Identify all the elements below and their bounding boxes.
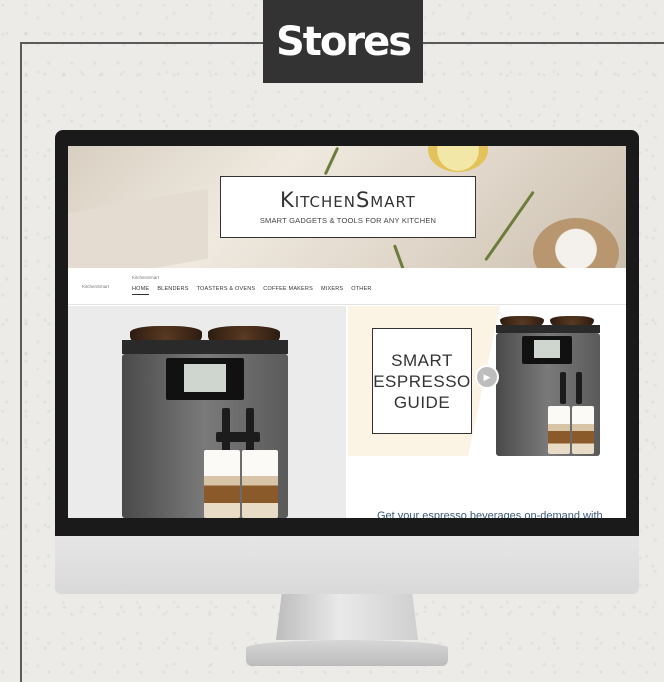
monitor-stand-foot: [246, 640, 448, 666]
nav-links: HOME BLENDERS TOASTERS & OVENS COFFEE MA…: [132, 286, 372, 295]
monitor-stand-neck: [276, 594, 418, 640]
machine-display-image: [184, 364, 226, 392]
hero-bowl-image: [533, 218, 619, 268]
monitor-chin: [55, 536, 639, 594]
nav-item-coffee-makers[interactable]: COFFEE MAKERS: [263, 286, 313, 295]
promo-tagline: Get your espresso beverages on-demand wi…: [377, 510, 603, 518]
promo-tile-espresso-guide[interactable]: SMART ESPRESSO GUIDE ▶: [348, 306, 626, 456]
espresso-guide-box: SMART ESPRESSO GUIDE: [372, 328, 472, 434]
promo-text-tile: Get your espresso beverages on-demand wi…: [348, 456, 626, 518]
nav-store-name: KitchenSmart: [132, 275, 160, 280]
machine-top-image: [122, 340, 288, 354]
store-hero-banner: KitchenSmart SMART GADGETS & TOOLS FOR A…: [68, 146, 626, 268]
hero-lemon-image: [428, 146, 488, 172]
machine-spout-image: [216, 432, 260, 442]
hero-cloth-image: [68, 188, 208, 268]
nav-item-home[interactable]: HOME: [132, 286, 150, 295]
coffee-glass-image: [572, 406, 594, 454]
guide-line-3: GUIDE: [393, 392, 451, 412]
nav-item-other[interactable]: OTHER: [351, 286, 371, 295]
nav-item-blenders[interactable]: BLENDERS: [157, 286, 188, 295]
nav-brand[interactable]: KitchenSmart: [82, 284, 109, 289]
guide-line-1: SMART: [391, 350, 453, 370]
monitor-screen: KitchenSmart SMART GADGETS & TOOLS FOR A…: [68, 146, 626, 518]
guide-line-2: ESPRESSO: [373, 371, 471, 391]
machine-spout-image: [576, 372, 582, 404]
espresso-machine-image-small: [494, 314, 602, 456]
coffee-glass-image: [242, 450, 278, 518]
store-logo-subtitle: SMART GADGETS & TOOLS FOR ANY KITCHEN: [259, 216, 437, 225]
machine-top-image: [496, 325, 600, 333]
nav-item-mixers[interactable]: MIXERS: [321, 286, 343, 295]
hero-herb-image: [323, 146, 340, 176]
hero-herb-image: [392, 244, 407, 268]
coffee-glass-image: [204, 450, 240, 518]
hero-herb-image: [484, 190, 535, 262]
machine-display-image: [534, 340, 560, 358]
play-icon[interactable]: ▶: [475, 365, 499, 389]
store-nav-bar: KitchenSmart KitchenSmart HOME BLENDERS …: [68, 268, 626, 305]
machine-spout-image: [560, 372, 566, 404]
espresso-machine-image: [120, 322, 290, 518]
product-tile-espresso-machine[interactable]: [68, 306, 346, 518]
nav-item-toasters-ovens[interactable]: TOASTERS & OVENS: [197, 286, 256, 295]
store-logo-title: KitchenSmart: [280, 188, 416, 212]
page-title-badge: Stores: [263, 0, 423, 83]
store-logo[interactable]: KitchenSmart SMART GADGETS & TOOLS FOR A…: [220, 176, 476, 238]
coffee-glass-image: [548, 406, 570, 454]
